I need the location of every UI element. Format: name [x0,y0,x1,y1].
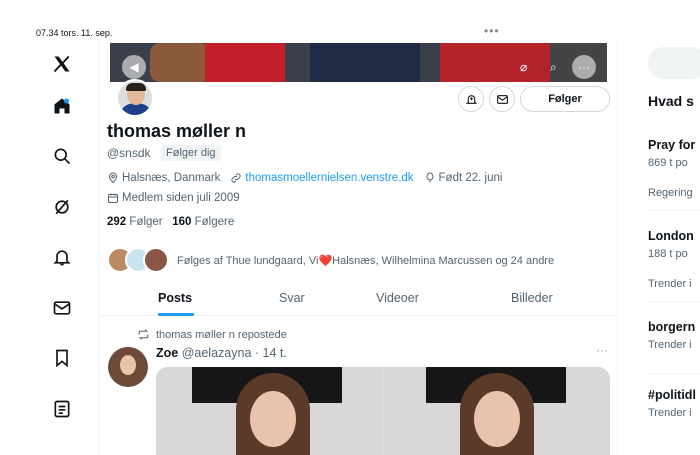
column-divider-right [617,40,618,455]
messages-icon[interactable] [50,296,74,320]
status-bar: 07.34 tors. 11. sep. ••• [0,0,700,40]
tab-replies[interactable]: Svar [279,291,305,305]
trend-category: Trender i [648,278,692,290]
trend-category: Regering [648,187,693,199]
tab-posts[interactable]: Posts [158,291,192,305]
calendar-icon [108,193,118,203]
multitask-dots[interactable]: ••• [484,24,500,38]
profile-banner[interactable]: ◀ ⌀ ⌕ ··· [110,43,607,82]
post-author-name[interactable]: Zoe [156,346,178,360]
follow-counts: 292 Følger 160 Følgere [107,216,234,228]
post-image[interactable] [384,367,610,455]
back-arrow-icon[interactable]: ◀ [122,55,146,79]
profile-handle: @snsdk [107,146,151,160]
bookmarks-icon[interactable] [50,346,74,370]
trend-divider [648,210,700,211]
follower-avatar [143,247,169,273]
profile-tabs: Posts Svar Videoer Billeder [100,282,617,316]
post-header: Zoe @aelazayna · 14 t. [156,346,287,360]
more-icon[interactable]: ··· [572,55,596,79]
follows-you-badge: Følger dig [161,145,221,161]
search-icon[interactable]: ⌕ [550,60,557,75]
website-link[interactable]: thomasmoellernielsen.venstre.dk [245,172,413,184]
followers-link[interactable]: 160 Følgere [172,216,234,228]
column-divider-left [98,40,99,455]
location-text: Halsnæs, Danmark [122,172,221,184]
birthday-text: Født 22. juni [438,172,503,184]
following-link[interactable]: 292 Følger [107,216,163,228]
bell-plus-icon [465,94,477,104]
tab-images[interactable]: Billeder [511,291,553,305]
joined-date: Medlem siden juli 2009 [107,192,240,204]
post-media[interactable] [156,367,610,455]
birthday: Født 22. juni [424,172,503,184]
repost-icon [138,329,149,340]
notifications-icon[interactable] [50,245,74,269]
grok-icon[interactable] [50,195,74,219]
notify-toggle-button[interactable] [458,86,484,112]
tab-videos[interactable]: Videoer [376,291,419,305]
trend-item[interactable]: London 188 t po [648,229,694,260]
search-input[interactable] [648,47,700,79]
x-logo-icon[interactable] [50,52,74,76]
message-button[interactable] [489,86,515,112]
trend-item[interactable]: Pray for 869 t po [648,138,695,169]
location: Halsnæs, Danmark [107,172,220,184]
trend-item[interactable]: borgern Trender i [648,320,695,351]
repost-indicator[interactable]: thomas møller n repostede [137,328,287,341]
location-pin-icon [108,172,118,184]
envelope-icon [496,94,508,104]
lists-icon[interactable] [50,397,74,421]
trends-title: Hvad s [648,93,694,109]
followed-by-row[interactable]: Følges af Thue lundgaard, Vi❤️Halsnæs, W… [107,246,554,274]
search-icon[interactable] [50,144,74,168]
post-more-icon[interactable]: ··· [596,343,608,357]
post-author-meta: @aelazayna · 14 t. [181,346,287,360]
post-author-avatar[interactable] [108,347,148,387]
joined-text: Medlem siden juli 2009 [122,192,240,204]
profile-meta: Halsnæs, Danmark thomasmoellernielsen.ve… [107,172,512,184]
profile-name: thomas møller n [107,121,247,141]
trend-divider [648,301,700,302]
profile-avatar[interactable] [116,79,154,117]
status-time: 07.34 tors. 11. sep. [36,28,113,38]
post-image[interactable] [156,367,382,455]
trend-divider [648,373,700,374]
balloon-icon [426,172,434,183]
following-button[interactable]: Følger [520,86,610,112]
trend-item[interactable]: #politidl Trender i [648,388,696,419]
followed-by-text: Følges af Thue lundgaard, Vi❤️Halsnæs, W… [177,254,555,267]
grok-icon[interactable]: ⌀ [520,60,527,74]
website[interactable]: thomasmoellernielsen.venstre.dk [230,172,414,184]
link-icon [231,173,241,183]
active-tab-indicator [158,313,194,316]
repost-label: thomas møller n repostede [156,328,287,341]
home-icon[interactable] [50,94,74,118]
